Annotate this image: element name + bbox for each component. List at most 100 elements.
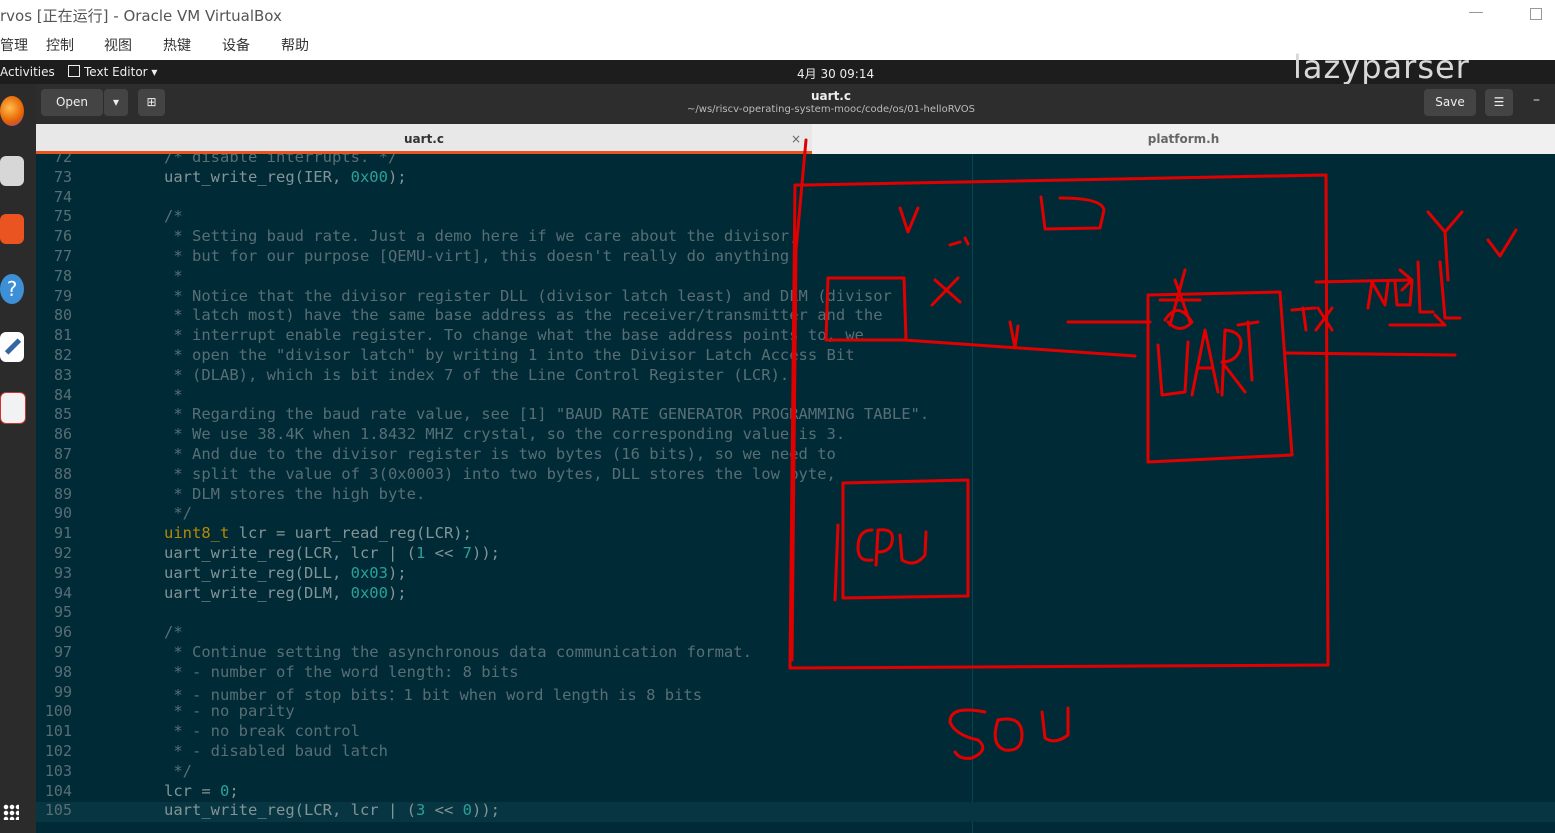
comment-text: * split the value of 3(0x0003) into two … (164, 464, 836, 483)
help-icon[interactable]: ? (0, 274, 24, 304)
hamburger-menu-button[interactable]: ☰ (1485, 89, 1513, 116)
numeric-literal: 7 (462, 544, 472, 562)
clock[interactable]: 4月 30 09:14 (797, 65, 874, 82)
code-line[interactable]: * - number of the word length: 8 bits (164, 663, 518, 681)
tab-close-icon[interactable]: × (791, 124, 801, 154)
text-editor-icon[interactable] (0, 332, 24, 362)
activities-button[interactable]: Activities (0, 65, 55, 79)
comment-text: * but for our purpose [QEMU-virt], this … (164, 247, 799, 265)
numeric-literal: 3 (415, 801, 426, 820)
line-number: 97 (53, 643, 72, 661)
code-line[interactable]: * split the value of 3(0x0003) into two … (164, 465, 836, 483)
files-icon[interactable] (0, 156, 24, 186)
comment-text: * - no parity (164, 702, 295, 721)
line-number: 74 (53, 187, 72, 206)
code-line[interactable]: * Notice that the divisor register DLL (… (164, 287, 892, 305)
code-line[interactable]: * We use 38.4K when 1.8432 MHZ crystal, … (164, 425, 845, 443)
code-line[interactable]: uart_write_reg(LCR, lcr | (3 << 0)); (164, 801, 500, 819)
apps-grid-icon[interactable] (3, 804, 19, 820)
line-number: 81 (53, 326, 72, 345)
code-editor[interactable]: 72/* disable interrupts. */73 uart_write_… (36, 154, 1555, 833)
window-minimize-button[interactable]: – (1533, 92, 1540, 108)
numeric-literal: 0x00 (350, 583, 388, 602)
menu-manage[interactable]: 管理 (0, 35, 28, 55)
tab-uart-c[interactable]: uart.c × (36, 124, 812, 154)
line-number: 91 (53, 524, 72, 543)
code-line[interactable]: uart_write_reg(DLM, 0x00); (164, 584, 407, 602)
code-line[interactable]: * - disabled baud latch (164, 742, 388, 760)
tab-label: platform.h (1147, 132, 1220, 146)
code-line[interactable]: /* (164, 207, 183, 225)
code-line[interactable]: * Regarding the baud rate value, see [1]… (164, 405, 929, 423)
line-number: 103 (44, 761, 72, 780)
watermark-text: lazyparser (1293, 48, 1470, 86)
code-line[interactable]: * but for our purpose [QEMU-virt], this … (164, 247, 799, 265)
code-line[interactable]: * (164, 267, 182, 285)
code-line[interactable]: * DLM stores the high byte. (164, 485, 425, 503)
menu-view[interactable]: 视图 (104, 35, 132, 55)
app-menu-label: Text Editor ▾ (84, 65, 158, 79)
code-line[interactable]: * latch most) have the same base address… (164, 306, 883, 325)
minimize-icon[interactable] (1469, 12, 1483, 13)
code-line[interactable]: */ (164, 762, 192, 780)
comment-text: * We use 38.4K when 1.8432 MHZ crystal, … (164, 425, 846, 444)
code-line[interactable]: * Setting baud rate. Just a demo here if… (164, 227, 799, 246)
line-number: 88 (53, 464, 72, 483)
comment-text: * Setting baud rate. Just a demo here if… (164, 227, 799, 246)
gedit-header-bar: Open ▾ ⊞ uart.c ~/ws/riscv-operating-sys… (36, 84, 1555, 124)
code-line[interactable]: uint8_t lcr = uart_read_reg(LCR); (164, 524, 472, 542)
new-tab-button[interactable]: ⊞ (138, 89, 165, 116)
code-line[interactable]: * - no break control (164, 722, 360, 740)
numeric-literal: 0 (462, 801, 472, 820)
code-line[interactable]: * interrupt enable register. To change w… (164, 326, 864, 344)
notes-icon[interactable] (0, 392, 26, 424)
edit-icon (68, 65, 80, 77)
comment-text: * open the "divisor latch" by writing 1 … (164, 346, 855, 364)
open-button[interactable]: Open (41, 89, 103, 116)
line-number: 96 (53, 623, 72, 642)
code-line[interactable]: * (164, 386, 182, 404)
code-line[interactable]: * Continue setting the asynchronous data… (164, 643, 752, 661)
save-button[interactable]: Save (1424, 89, 1476, 116)
code-line[interactable]: uart_write_reg(LCR, lcr | (1 << 7)); (164, 544, 500, 562)
menu-devices[interactable]: 设备 (222, 35, 250, 55)
code-line[interactable]: uart_write_reg(IER, 0x00); (164, 168, 407, 186)
comment-text: /* (164, 207, 183, 226)
numeric-literal: 0 (220, 781, 230, 800)
firefox-icon[interactable] (0, 96, 24, 126)
code-line[interactable]: * (DLAB), which is bit index 7 of the Li… (164, 366, 789, 384)
code-line[interactable]: /* disable interrupts. */ (164, 154, 397, 166)
tab-platform-h[interactable]: platform.h (812, 124, 1555, 154)
menu-control[interactable]: 控制 (46, 35, 74, 55)
line-number: 85 (53, 405, 72, 424)
numeric-literal: 0x00 (350, 167, 388, 186)
comment-text: */ (164, 761, 192, 780)
restore-icon[interactable] (1530, 8, 1542, 20)
comment-text: * latch most) have the same base address… (164, 306, 883, 325)
code-line[interactable]: /* (164, 623, 183, 641)
line-number: 100 (44, 702, 72, 721)
open-dropdown-button[interactable]: ▾ (104, 89, 128, 116)
code-line[interactable]: * - number of stop bits：1 bit when word … (164, 683, 702, 705)
comment-text: * Notice that the divisor register DLL (… (164, 286, 892, 305)
code-line[interactable]: * - no parity (164, 702, 295, 721)
line-number: 83 (53, 365, 72, 384)
line-number: 78 (53, 266, 72, 285)
line-number: 79 (53, 286, 72, 305)
code-line[interactable]: */ (164, 504, 192, 522)
type-keyword: uint8_t (164, 524, 230, 543)
code-line[interactable]: * And due to the divisor register is two… (164, 445, 836, 463)
line-number: 99 (53, 682, 72, 701)
code-line[interactable]: * open the "divisor latch" by writing 1 … (164, 346, 855, 364)
menu-help[interactable]: 帮助 (281, 35, 309, 55)
line-number: 87 (53, 445, 72, 463)
code-line[interactable]: lcr = 0; (164, 782, 239, 800)
line-number: 104 (44, 781, 72, 800)
comment-text: */ (164, 504, 192, 523)
menu-hotkeys[interactable]: 热键 (163, 35, 191, 55)
line-number: 90 (53, 504, 72, 523)
software-icon[interactable] (0, 214, 24, 244)
line-number: 86 (53, 425, 72, 444)
app-menu[interactable]: Text Editor ▾ (68, 65, 157, 79)
code-line[interactable]: uart_write_reg(DLL, 0x03); (164, 564, 407, 582)
